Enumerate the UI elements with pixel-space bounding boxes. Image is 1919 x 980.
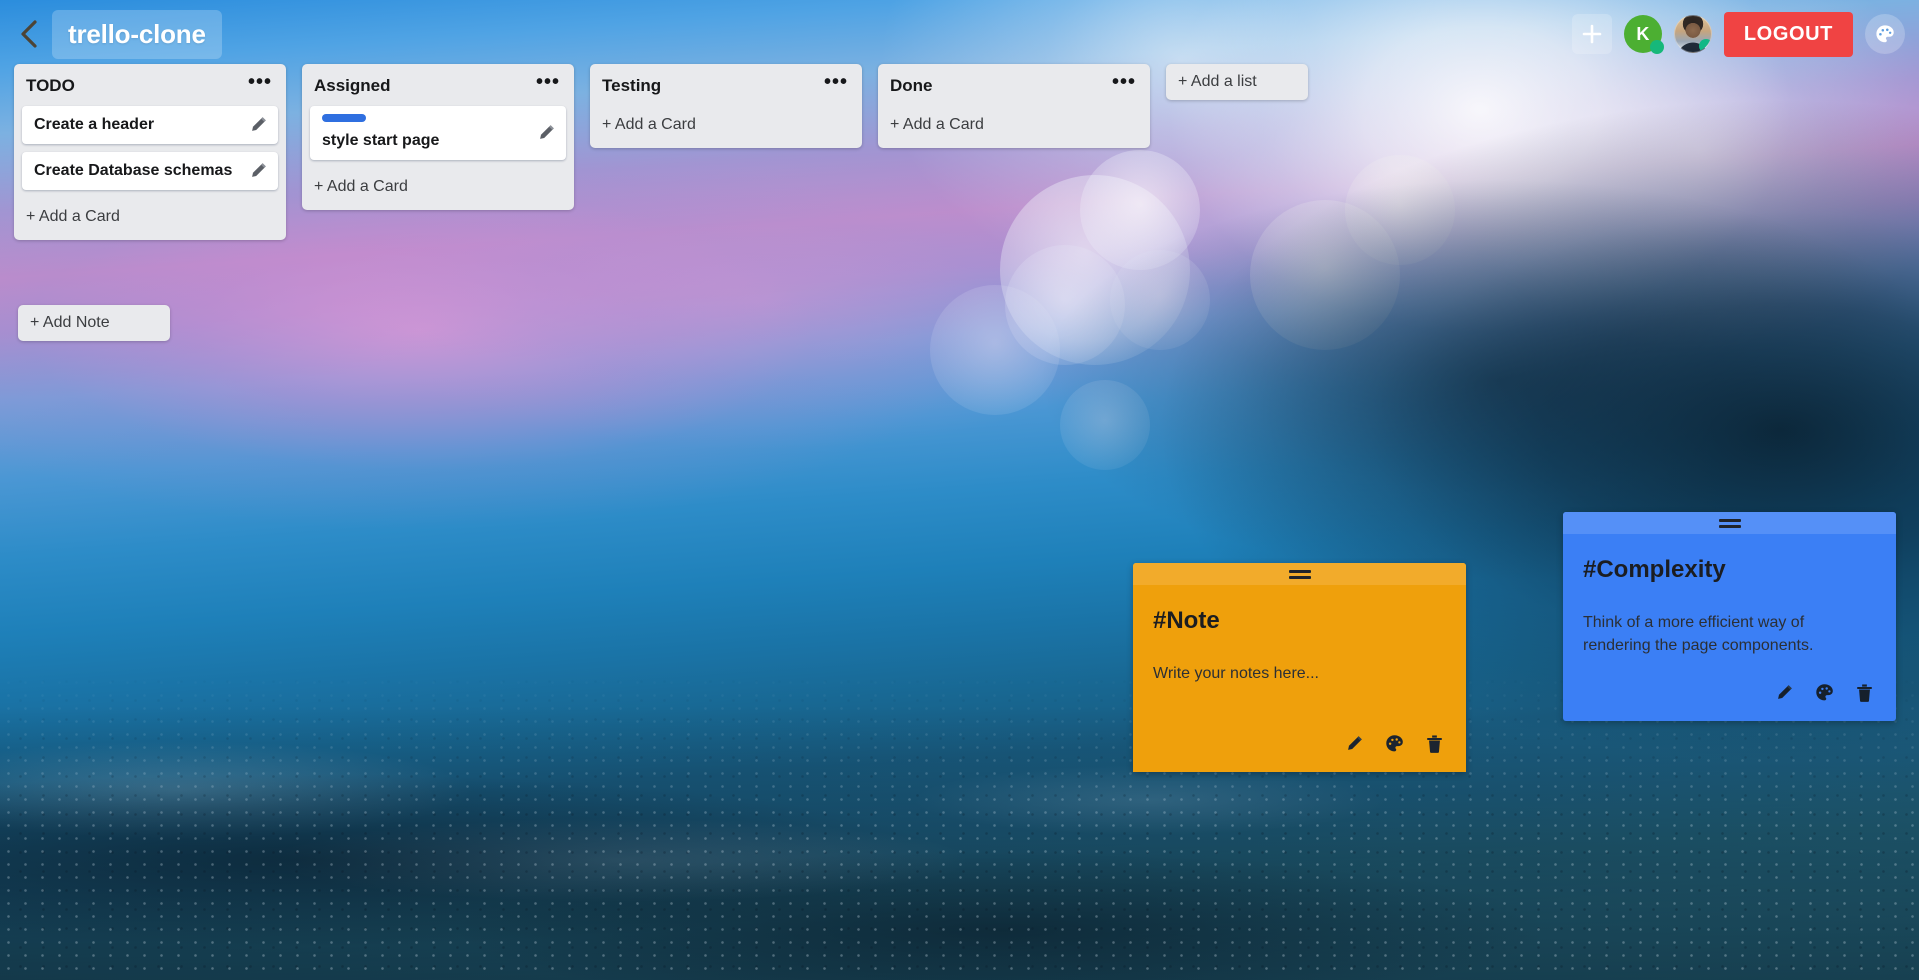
list-menu-icon[interactable]: ••• [534,72,562,95]
list-title: TODO [26,76,75,95]
plus-icon [1582,24,1602,44]
pencil-icon [252,163,266,177]
bokeh-circle [930,285,1060,415]
avatar-initial: K [1636,23,1650,44]
card-label[interactable] [322,114,366,122]
card-title: Create Database schemas [34,162,233,179]
sticky-note-drag-handle[interactable] [1133,563,1466,585]
board-title[interactable]: trello-clone [52,9,222,59]
card-title: style start page [322,132,440,149]
card-container: Create a header Create Database schemas [14,106,286,190]
bokeh-circle [1005,245,1125,365]
avatar-member-k[interactable]: K [1623,15,1664,54]
add-card-button[interactable]: + Add a Card [302,168,574,210]
sticky-note-delete-button[interactable] [1425,733,1444,754]
drag-handle-icon [1288,567,1311,582]
card-title: Create a header [34,116,155,133]
list-title: Done [890,76,933,95]
palette-icon [1816,684,1833,701]
status-dot [1649,40,1664,54]
card[interactable]: style start page [310,106,566,160]
card-edit-button[interactable] [536,123,556,143]
palette-icon [1386,735,1403,752]
list-header: Testing ••• [590,64,862,106]
card-edit-button[interactable] [248,115,268,135]
sticky-note-edit-button[interactable] [1344,733,1364,754]
list-menu-icon[interactable]: ••• [1110,72,1138,95]
list-menu-icon[interactable]: ••• [246,72,274,95]
sticky-note-delete-button[interactable] [1855,682,1874,703]
list-todo[interactable]: TODO ••• Create a header Create Database… [14,64,286,240]
card[interactable]: Create a header [22,106,278,144]
card-edit-button[interactable] [248,161,268,181]
sticky-note-text[interactable]: Think of a more efficient way of renderi… [1583,612,1876,657]
pencil-icon [252,117,266,131]
sticky-note-text[interactable]: Write your notes here... [1153,663,1446,686]
status-dot [1698,39,1711,52]
sticky-note-note[interactable]: #Note Write your notes here... [1133,563,1466,772]
list-title: Assigned [314,76,391,95]
sticky-note-title: #Complexity [1583,556,1726,583]
sticky-note-body: #Note Write your notes here... [1133,585,1466,733]
board-app: trello-clone K LOGOUT TODO ••• Create a … [0,0,1919,980]
sticky-note-body: #Complexity Think of a more efficient wa… [1563,534,1896,682]
logout-button[interactable]: LOGOUT [1723,11,1853,57]
sticky-note-edit-button[interactable] [1774,682,1794,703]
add-member-button[interactable] [1571,14,1612,54]
add-card-button[interactable]: + Add a Card [590,106,862,148]
pencil-icon [1348,735,1362,750]
back-button[interactable] [14,14,44,54]
theme-button[interactable] [1865,14,1905,54]
card-container: style start page [302,106,574,160]
sticky-note-drag-handle[interactable] [1563,512,1896,534]
sticky-note-complexity[interactable]: #Complexity Think of a more efficient wa… [1563,512,1896,721]
add-list-button[interactable]: + Add a list [1166,64,1308,100]
trash-icon [1427,734,1442,753]
list-header: TODO ••• [14,64,286,106]
pencil-icon [1778,684,1792,699]
drag-handle-icon [1718,516,1741,531]
list-assigned[interactable]: Assigned ••• style start page + Add a Ca… [302,64,574,210]
trash-icon [1857,683,1872,702]
board-lists: TODO ••• Create a header Create Database… [14,64,1308,240]
header-actions: K LOGOUT [1571,11,1919,57]
list-title: Testing [602,76,662,95]
list-testing[interactable]: Testing ••• + Add a Card [590,64,862,148]
palette-icon [1876,25,1894,43]
pencil-icon [540,125,554,139]
bokeh-circle [1060,380,1150,470]
list-header: Assigned ••• [302,64,574,106]
bokeh-circle [1345,155,1455,265]
add-card-button[interactable]: + Add a Card [14,198,286,240]
card[interactable]: Create Database schemas [22,152,278,190]
avatar-member-photo[interactable] [1673,15,1712,53]
sticky-note-color-button[interactable] [1814,682,1835,703]
list-done[interactable]: Done ••• + Add a Card [878,64,1150,148]
sticky-note-toolbar [1563,682,1896,721]
sticky-note-color-button[interactable] [1384,733,1405,754]
add-note-button[interactable]: + Add Note [18,305,170,341]
sticky-note-toolbar [1133,733,1466,772]
app-header: trello-clone K LOGOUT [0,0,1919,68]
list-header: Done ••• [878,64,1150,106]
add-card-button[interactable]: + Add a Card [878,106,1150,148]
sticky-note-title: #Note [1153,607,1220,634]
chevron-left-icon [21,20,37,48]
list-menu-icon[interactable]: ••• [822,72,850,95]
bokeh-circle [1110,250,1210,350]
